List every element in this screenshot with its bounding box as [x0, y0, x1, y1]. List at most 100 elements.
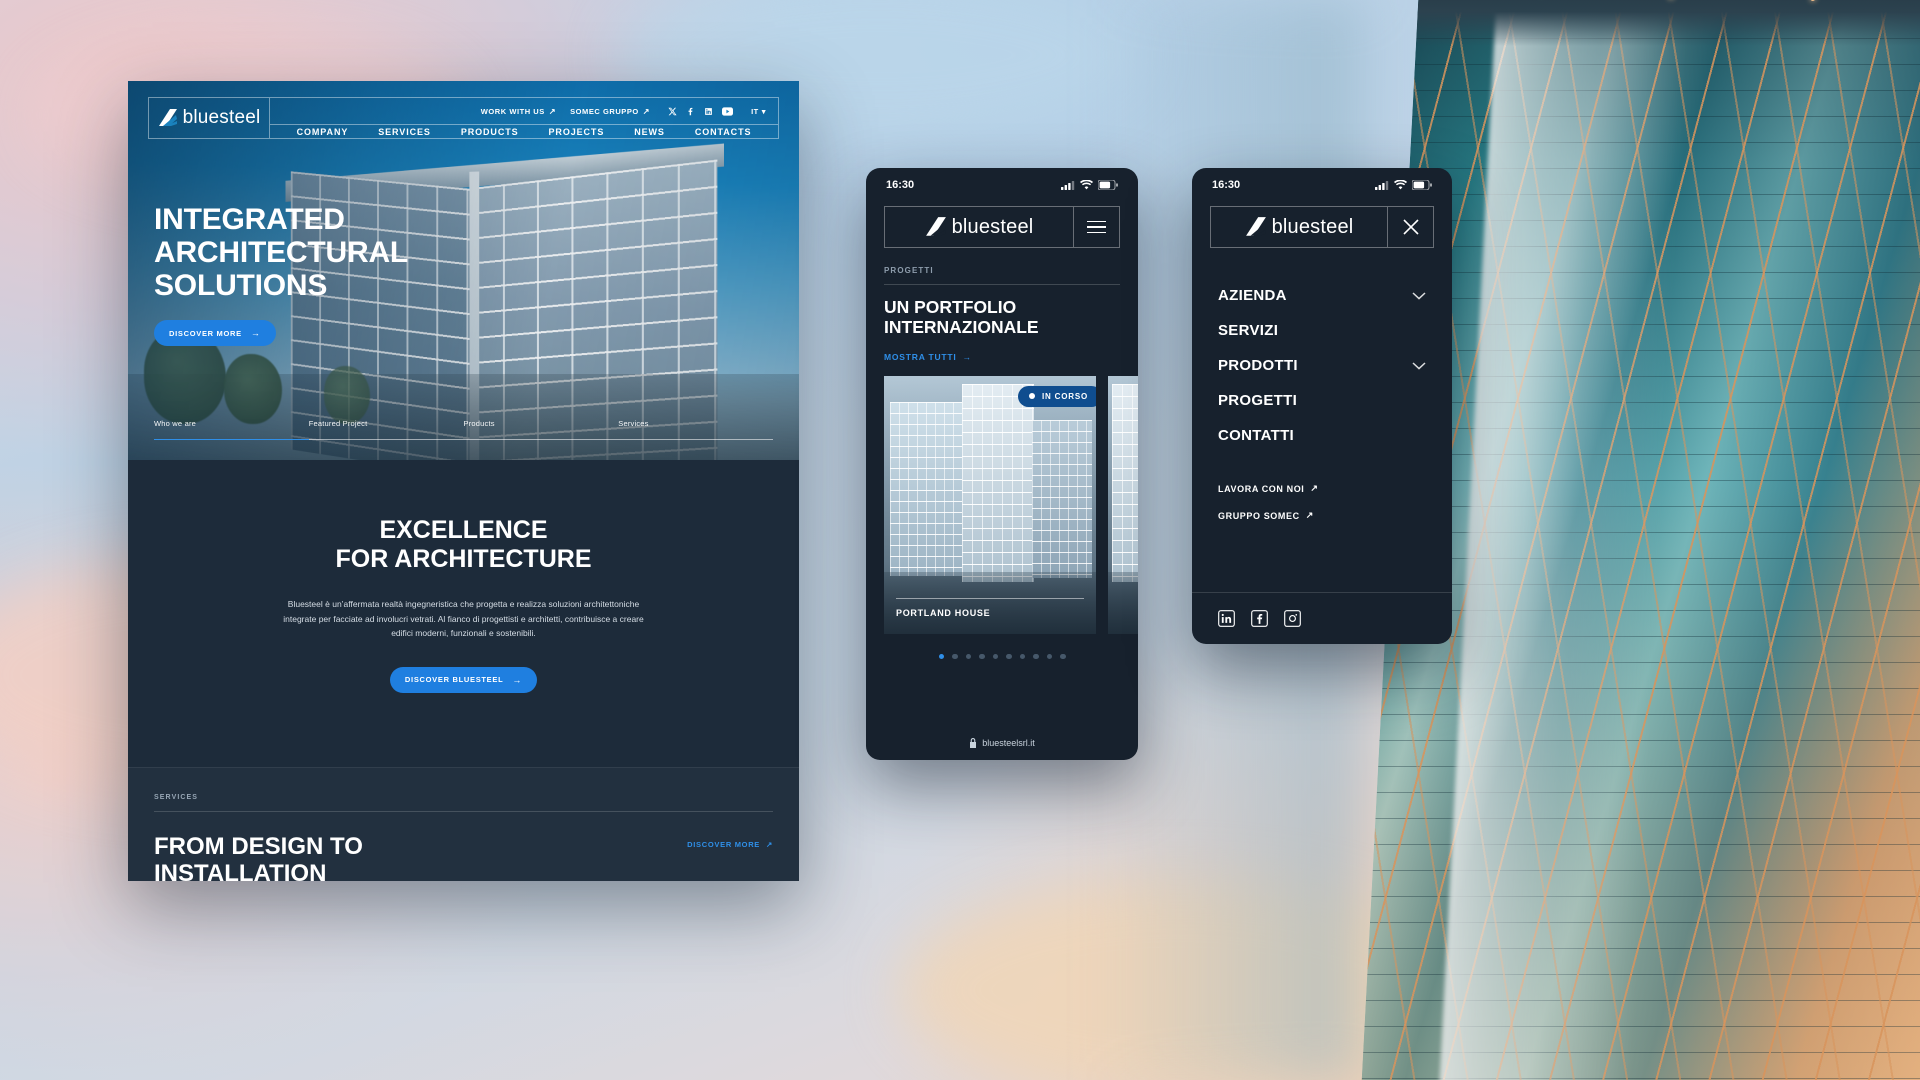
- nav-item-news[interactable]: NEWS: [634, 127, 665, 137]
- hero-tab-progress: [308, 438, 464, 440]
- services-title-line2: INSTALLATION: [154, 859, 327, 881]
- carousel-dots[interactable]: [866, 634, 1138, 660]
- mobile-menu-mockup: 16:30 bluesteel AZIENDA SERVIZI PRODOTTI…: [1192, 168, 1452, 644]
- services-discover-more-link[interactable]: DISCOVER MORE ↗: [687, 834, 773, 849]
- excellence-title-line1: EXCELLENCE: [379, 516, 548, 544]
- tower-crown: [1415, 0, 1920, 46]
- bluesteel-logo-icon: [1245, 217, 1267, 237]
- carousel-dot[interactable]: [1046, 653, 1052, 660]
- mostra-tutti-link[interactable]: MOSTRA TUTTI →: [884, 352, 1120, 362]
- hero-tab-featured-project[interactable]: Featured Project: [308, 413, 464, 440]
- carousel-dot[interactable]: [979, 653, 985, 660]
- work-with-us-link[interactable]: WORK WITH US ↗: [481, 107, 556, 116]
- menu-item-contatti[interactable]: CONTATTI: [1218, 418, 1426, 453]
- menu-item-azienda[interactable]: AZIENDA: [1218, 278, 1426, 313]
- desktop-website-mockup: bluesteel WORK WITH US ↗ SOMEC GRUPPO ↗: [128, 81, 799, 881]
- external-arrow-icon: ↗: [548, 106, 557, 116]
- nav-item-services[interactable]: SERVICES: [378, 127, 431, 137]
- status-dot-icon: [1029, 393, 1036, 400]
- hero-title-line3: SOLUTIONS: [154, 269, 328, 302]
- mobile-menu-list: AZIENDA SERVIZI PRODOTTI PROGETTI CONTAT…: [1192, 248, 1452, 453]
- carousel-dot[interactable]: [952, 653, 958, 660]
- nav-item-contacts[interactable]: CONTACTS: [695, 127, 752, 137]
- logo[interactable]: bluesteel: [148, 97, 270, 139]
- site-header: bluesteel WORK WITH US ↗ SOMEC GRUPPO ↗: [128, 81, 799, 139]
- menu-item-prodotti[interactable]: PRODOTTI: [1218, 348, 1426, 383]
- facebook-icon[interactable]: [686, 107, 695, 116]
- status-bar: 16:30: [866, 168, 1138, 202]
- carousel-dot[interactable]: [938, 653, 944, 660]
- somec-gruppo-link[interactable]: SOMEC GRUPPO ↗: [570, 107, 650, 116]
- nav-item-projects[interactable]: PROJECTS: [549, 127, 605, 137]
- cellular-signal-icon: [1375, 180, 1389, 190]
- main-navigation: COMPANY SERVICES PRODUCTS PROJECTS NEWS …: [270, 125, 778, 138]
- linkedin-icon[interactable]: [704, 107, 713, 116]
- carousel-dot[interactable]: [992, 653, 998, 660]
- hero-tab-who-we-are[interactable]: Who we are: [154, 413, 309, 440]
- lavora-con-noi-link[interactable]: LAVORA CON NOI ↗: [1218, 475, 1426, 502]
- hero-title-line1: INTEGRATED: [154, 203, 345, 236]
- carousel-dot[interactable]: [1006, 653, 1012, 660]
- projects-carousel[interactable]: IN CORSO PORTLAND HOUSE: [866, 362, 1138, 634]
- bluesteel-logo-icon: [925, 217, 947, 237]
- external-arrow-icon: ↗: [1305, 510, 1314, 520]
- close-icon[interactable]: [1388, 206, 1434, 248]
- hero-copy: INTEGRATED ARCHITECTURAL SOLUTIONS DISCO…: [154, 203, 408, 346]
- hamburger-menu-icon[interactable]: [1074, 206, 1120, 248]
- chevron-down-icon[interactable]: [1412, 357, 1426, 374]
- cellular-signal-icon: [1061, 180, 1075, 190]
- menu-item-servizi[interactable]: SERVIZI: [1218, 313, 1426, 348]
- mobile-projects-mockup: 16:30 bluesteel PROGETTI UN PORTFOLIO IN…: [866, 168, 1138, 760]
- status-bar: 16:30: [1192, 168, 1452, 202]
- mobile-menu-sublinks: LAVORA CON NOI ↗ GRUPPO SOMEC ↗: [1192, 453, 1452, 529]
- battery-icon: [1098, 180, 1118, 190]
- nav-container: WORK WITH US ↗ SOMEC GRUPPO ↗ IT ▾ COMPA…: [270, 97, 779, 139]
- arrow-right-icon: →: [250, 328, 261, 338]
- hero-slider-tabs: Who we are Featured Project Products Ser…: [154, 413, 773, 440]
- projects-intro: PROGETTI UN PORTFOLIO INTERNAZIONALE MOS…: [866, 248, 1138, 362]
- carousel-dot[interactable]: [1060, 653, 1066, 660]
- hero-discover-more-button[interactable]: DISCOVER MORE →: [154, 320, 276, 346]
- hero-tab-progress: [154, 438, 309, 440]
- nav-item-company[interactable]: COMPANY: [297, 127, 349, 137]
- lock-icon: [969, 738, 977, 748]
- hero-tab-services[interactable]: Services: [618, 413, 773, 440]
- chevron-down-icon: ▾: [761, 106, 766, 116]
- x-icon[interactable]: [668, 107, 677, 116]
- building: [962, 383, 1034, 582]
- hero-tab-products[interactable]: Products: [463, 413, 619, 440]
- instagram-icon[interactable]: [1284, 610, 1301, 627]
- logo[interactable]: bluesteel: [884, 206, 1074, 248]
- carousel-dot[interactable]: [1033, 653, 1039, 660]
- youtube-icon[interactable]: [722, 106, 734, 116]
- carousel-dot[interactable]: [1019, 653, 1025, 660]
- services-section: SERVICES FROM DESIGN TO INSTALLATION DIS…: [128, 766, 799, 881]
- status-time: 16:30: [1212, 179, 1241, 191]
- building: [1032, 419, 1092, 578]
- excellence-title-line2: FOR ARCHITECTURE: [335, 544, 592, 573]
- logo[interactable]: bluesteel: [1210, 206, 1388, 248]
- external-arrow-icon: ↗: [1310, 483, 1319, 493]
- chevron-down-icon[interactable]: [1412, 287, 1426, 304]
- nav-item-products[interactable]: PRODUCTS: [461, 127, 519, 137]
- browser-url-bar[interactable]: bluesteelsrl.it: [866, 726, 1138, 760]
- discover-bluesteel-button[interactable]: DISCOVER BLUESTEEL →: [389, 666, 538, 693]
- battery-icon: [1412, 180, 1432, 190]
- linkedin-icon[interactable]: [1218, 610, 1235, 627]
- facebook-icon[interactable]: [1251, 610, 1268, 627]
- gruppo-somec-link[interactable]: GRUPPO SOMEC ↗: [1218, 502, 1426, 529]
- project-card-next[interactable]: [1108, 375, 1138, 634]
- menu-item-progetti[interactable]: PROGETTI: [1218, 383, 1426, 418]
- external-arrow-icon: ↗: [766, 839, 773, 849]
- status-badge: IN CORSO: [1018, 385, 1096, 407]
- utility-bar: WORK WITH US ↗ SOMEC GRUPPO ↗ IT ▾: [270, 98, 778, 125]
- carousel-dot[interactable]: [965, 653, 971, 660]
- language-selector[interactable]: IT ▾: [751, 107, 766, 116]
- project-photo: [884, 375, 1096, 634]
- project-card[interactable]: IN CORSO PORTLAND HOUSE: [884, 375, 1096, 634]
- project-photo: [1108, 375, 1138, 634]
- logo-wordmark: bluesteel: [1271, 215, 1354, 238]
- projects-title-line2: INTERNAZIONALE: [884, 316, 1039, 337]
- divider: [154, 810, 773, 812]
- projects-eyebrow: PROGETTI: [884, 266, 934, 275]
